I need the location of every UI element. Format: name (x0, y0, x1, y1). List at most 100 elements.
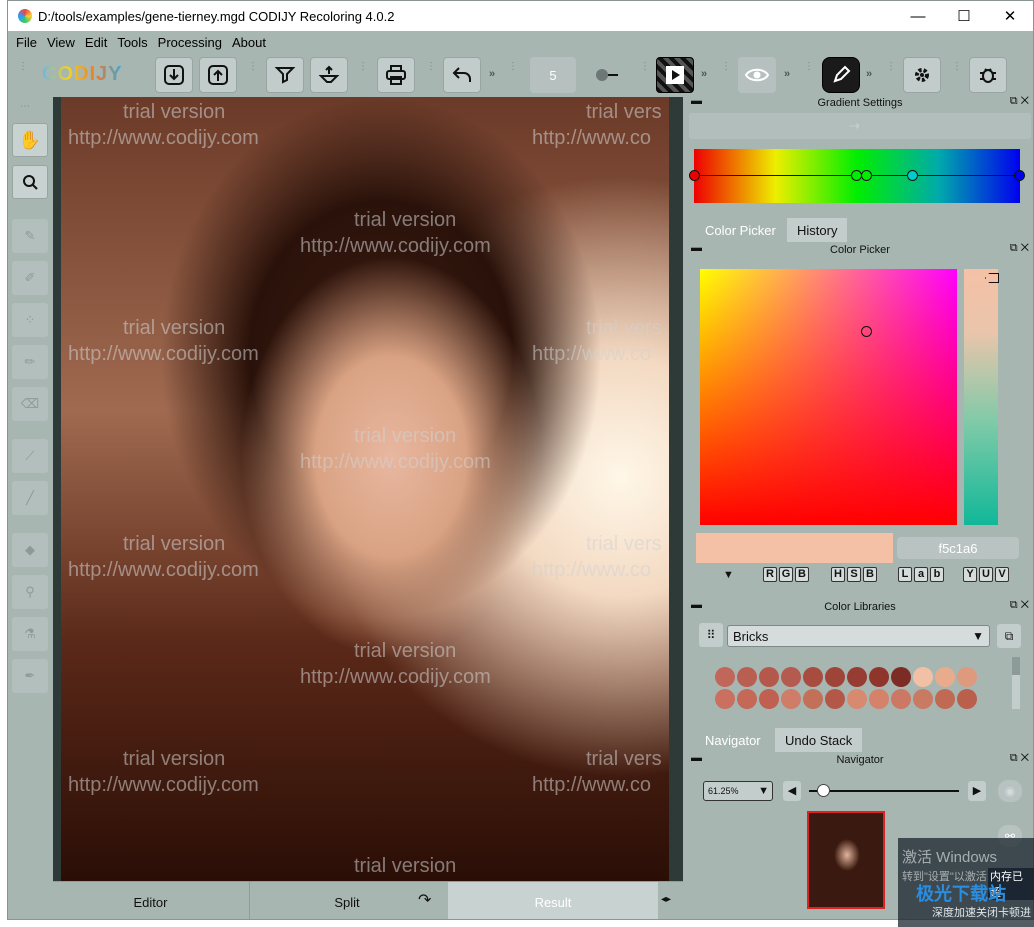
color-swatch[interactable] (781, 667, 801, 687)
swatch-scrollbar[interactable] (1012, 657, 1020, 709)
color-swatch[interactable] (847, 667, 867, 687)
hex-input[interactable]: f5c1a6 (897, 537, 1019, 559)
tab-color-picker[interactable]: Color Picker (695, 218, 786, 242)
gradient-stop[interactable] (1014, 170, 1025, 181)
brush-mode-button[interactable] (822, 57, 860, 93)
zoom-tool[interactable] (12, 165, 48, 199)
eyedropper-tool[interactable]: ✒ (12, 659, 48, 693)
zoom-out-button[interactable]: ◀ (783, 781, 801, 801)
toggle-preview-button[interactable] (738, 57, 776, 93)
color-swatch[interactable] (825, 689, 845, 709)
hand-tool[interactable]: ✋ (12, 123, 48, 157)
library-copy-button[interactable]: ⧉ (997, 624, 1021, 648)
tab-history[interactable]: History (787, 218, 848, 242)
panel-controls[interactable]: ⧉ ✕ (1010, 599, 1029, 612)
image-canvas[interactable]: trial version http://www.codijy.com tria… (53, 97, 683, 881)
color-swatch[interactable] (869, 689, 889, 709)
tab-navigator[interactable]: Navigator (695, 728, 771, 752)
marker-tool[interactable]: ✐ (12, 261, 48, 295)
swap-icon[interactable]: ↷ (418, 890, 431, 910)
toolbar-grip[interactable]: ⋮ (640, 62, 650, 87)
brush-size-slider-handle[interactable] (596, 69, 608, 81)
settings-button[interactable] (903, 57, 941, 93)
gradient-stop[interactable] (861, 170, 872, 181)
eraser-tool[interactable]: ⌫ (12, 387, 48, 421)
color-swatch[interactable] (803, 689, 823, 709)
gradient-stop[interactable] (907, 170, 918, 181)
color-swatch[interactable] (715, 667, 735, 687)
import-button[interactable] (155, 57, 193, 93)
color-swatch[interactable] (715, 689, 735, 709)
toolbar-overflow-chevron[interactable]: » (784, 68, 790, 80)
toolbar-grip[interactable]: ⋮ (18, 62, 28, 87)
navigator-preview-toggle[interactable]: ◉ (998, 780, 1022, 802)
menu-edit[interactable]: Edit (85, 35, 107, 50)
color-swatch[interactable] (957, 689, 977, 709)
panel-controls[interactable]: ⧉ ✕ (1010, 242, 1029, 255)
zoom-select[interactable]: 61.25% ▼ (703, 781, 773, 801)
color-swatch[interactable] (913, 667, 933, 687)
color-swatch[interactable] (825, 667, 845, 687)
navigator-thumbnail[interactable] (807, 811, 885, 909)
brush-tool[interactable]: ✎ (12, 219, 48, 253)
save-masks-button[interactable] (310, 57, 348, 93)
line-tool[interactable]: ╱ (12, 481, 48, 515)
color-swatch[interactable] (891, 689, 911, 709)
toolbar-grip[interactable]: ⋯ (20, 101, 30, 112)
spray-tool[interactable]: ⁘ (12, 303, 48, 337)
toolbar-overflow-chevron[interactable]: » (866, 68, 872, 80)
menu-tools[interactable]: Tools (117, 35, 147, 50)
color-dropper-tool[interactable]: ⚗ (12, 617, 48, 651)
color-swatch[interactable] (891, 667, 911, 687)
color-swatch[interactable] (781, 689, 801, 709)
mode-yuv[interactable]: YUV (963, 567, 1009, 583)
close-button[interactable]: ✕ (987, 1, 1033, 31)
brush-size-slider-track[interactable] (608, 74, 618, 76)
print-button[interactable] (377, 57, 415, 93)
collapse-icon[interactable]: ▬ (691, 752, 702, 764)
color-swatch[interactable] (803, 667, 823, 687)
color-swatch[interactable] (913, 689, 933, 709)
stroke-tool[interactable]: ⟋ (12, 439, 48, 473)
color-cursor[interactable] (861, 326, 872, 337)
toolbar-grip[interactable]: ⋮ (804, 62, 814, 87)
tab-undo-stack[interactable]: Undo Stack (775, 728, 863, 752)
menu-processing[interactable]: Processing (158, 35, 222, 50)
saturation-value-field[interactable] (700, 269, 957, 525)
color-swatch[interactable] (869, 667, 889, 687)
zoom-slider-track[interactable] (809, 790, 959, 792)
toolbar-grip[interactable]: ⋮ (952, 62, 962, 87)
collapse-icon[interactable]: ▬ (691, 242, 702, 254)
color-swatch[interactable] (957, 667, 977, 687)
toolbar-grip[interactable]: ⋮ (721, 62, 731, 87)
gradient-stop[interactable] (689, 170, 700, 181)
collapse-icon[interactable]: ▬ (691, 599, 702, 611)
result-tab[interactable]: Result (448, 882, 658, 919)
menu-file[interactable]: File (16, 35, 37, 50)
minimize-button[interactable]: — (895, 1, 941, 31)
scroll-tabs-arrows[interactable]: ◂▸ (661, 894, 671, 905)
zoom-in-button[interactable]: ▶ (968, 781, 986, 801)
panel-controls[interactable]: ⧉ ✕ (1010, 752, 1029, 765)
mode-lab[interactable]: Lab (898, 567, 944, 583)
split-tab[interactable]: Split (249, 882, 444, 919)
mode-hsb[interactable]: HSB (831, 567, 877, 583)
menu-about[interactable]: About (232, 35, 266, 50)
zoom-slider-handle[interactable] (817, 784, 830, 797)
editor-tab[interactable]: Editor (53, 882, 248, 919)
panel-controls[interactable]: ⧉ ✕ (1010, 95, 1029, 108)
menu-view[interactable]: View (47, 35, 75, 50)
mode-rgb[interactable]: RGB (763, 567, 809, 583)
color-swatch[interactable] (737, 689, 757, 709)
maximize-button[interactable]: ☐ (941, 1, 987, 31)
toolbar-overflow-chevron[interactable]: » (701, 68, 707, 80)
expand-arrow-icon[interactable]: ▼ (723, 569, 734, 581)
color-swatch[interactable] (935, 689, 955, 709)
library-menu-button[interactable]: ⠿ (699, 623, 723, 647)
play-preview-button[interactable] (656, 57, 694, 93)
brush-size-field[interactable]: 5 (530, 57, 576, 93)
export-button[interactable] (199, 57, 237, 93)
apply-gradient-icon[interactable]: ⇢ (849, 118, 860, 134)
color-swatch[interactable] (759, 667, 779, 687)
toolbar-overflow-chevron[interactable]: » (489, 68, 495, 80)
